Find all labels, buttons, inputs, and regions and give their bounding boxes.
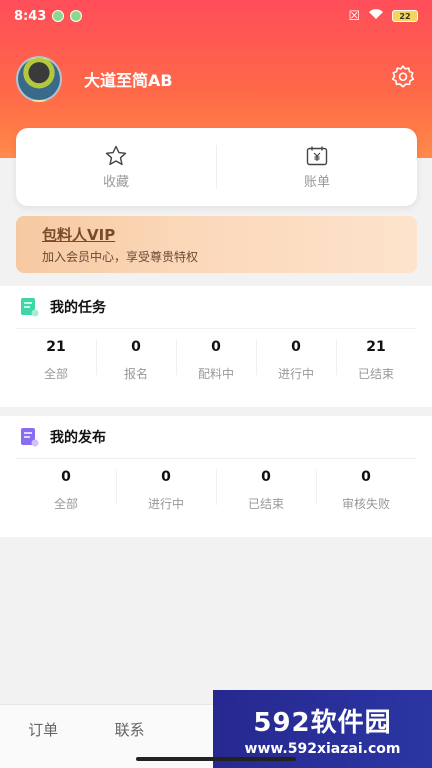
stat-value: 21: [366, 339, 386, 355]
bill-icon: [306, 146, 328, 165]
stat-value: 0: [261, 469, 271, 485]
sim-icon: ☒: [348, 8, 360, 24]
gear-icon[interactable]: [390, 64, 416, 90]
section-header[interactable]: 我的发布: [0, 416, 432, 458]
home-indicator[interactable]: [136, 757, 296, 761]
stat-label: 全部: [53, 497, 78, 511]
avatar[interactable]: [16, 56, 62, 102]
task-stat-in-progress[interactable]: 0 进行中: [256, 329, 336, 389]
stat-value: 21: [46, 339, 66, 355]
task-stat-preparing[interactable]: 0 配料中: [176, 329, 256, 389]
vip-subtitle: 加入会员中心，享受尊贵特权: [42, 250, 199, 264]
battery-icon: 22: [392, 10, 418, 22]
stat-value: 0: [61, 469, 71, 485]
stat-label: 进行中: [147, 497, 184, 511]
status-bar: 8:43 ☒ 22: [0, 0, 432, 32]
publish-stat-finished[interactable]: 0 已结束: [216, 459, 316, 519]
publish-stat-in-progress[interactable]: 0 进行中: [116, 459, 216, 519]
stat-label: 全部: [43, 367, 68, 381]
status-time: 8:43: [14, 8, 47, 24]
stat-value: 0: [161, 469, 171, 485]
wifi-icon: [368, 8, 384, 24]
section-title: 我的任务: [50, 300, 106, 316]
task-icon: [21, 298, 39, 317]
nav-contacts[interactable]: 联系: [90, 719, 170, 740]
vip-banner[interactable]: 包料人VIP 加入会员中心，享受尊贵特权: [16, 216, 417, 273]
wechat-notification-icon: [70, 10, 83, 22]
bills-button[interactable]: 账单: [217, 145, 417, 190]
stat-label: 进行中: [277, 367, 314, 381]
section-header[interactable]: 我的任务: [0, 286, 432, 328]
task-stat-signup[interactable]: 0 报名: [96, 329, 176, 389]
stat-label: 配料中: [197, 367, 234, 381]
publish-stat-rejected[interactable]: 0 审核失败: [316, 459, 416, 519]
stat-label: 报名: [123, 367, 148, 381]
favorites-label: 收藏: [102, 174, 129, 190]
watermark-brand: 592软件园: [253, 707, 392, 738]
section-title: 我的发布: [50, 430, 106, 446]
nav-orders[interactable]: 订单: [3, 719, 83, 740]
stat-value: 0: [291, 339, 301, 355]
task-stat-finished[interactable]: 21 已结束: [336, 329, 416, 389]
star-icon: [105, 145, 127, 165]
publish-stat-all[interactable]: 0 全部: [16, 459, 116, 519]
quick-actions-card: 收藏 账单: [16, 128, 417, 206]
stat-value: 0: [361, 469, 371, 485]
my-tasks-section: 我的任务 21 全部 0 报名 0 配料中 0 进行中 21 已结束: [0, 286, 432, 407]
wechat-notification-icon: [52, 10, 65, 22]
vip-title: 包料人VIP: [42, 226, 116, 244]
task-stat-all[interactable]: 21 全部: [16, 329, 96, 389]
profile-header[interactable]: 大道至简AB: [16, 56, 173, 102]
favorites-button[interactable]: 收藏: [16, 145, 216, 190]
stat-label: 审核失败: [341, 497, 390, 511]
stat-value: 0: [131, 339, 141, 355]
stat-label: 已结束: [247, 497, 284, 511]
stat-value: 0: [211, 339, 221, 355]
publish-icon: [21, 428, 39, 447]
bills-label: 账单: [303, 174, 330, 190]
my-publish-section: 我的发布 0 全部 0 进行中 0 已结束 0 审核失败: [0, 416, 432, 537]
stat-label: 已结束: [357, 367, 394, 381]
username: 大道至简AB: [84, 71, 173, 90]
watermark-url: www.592xiazai.com: [244, 740, 401, 757]
